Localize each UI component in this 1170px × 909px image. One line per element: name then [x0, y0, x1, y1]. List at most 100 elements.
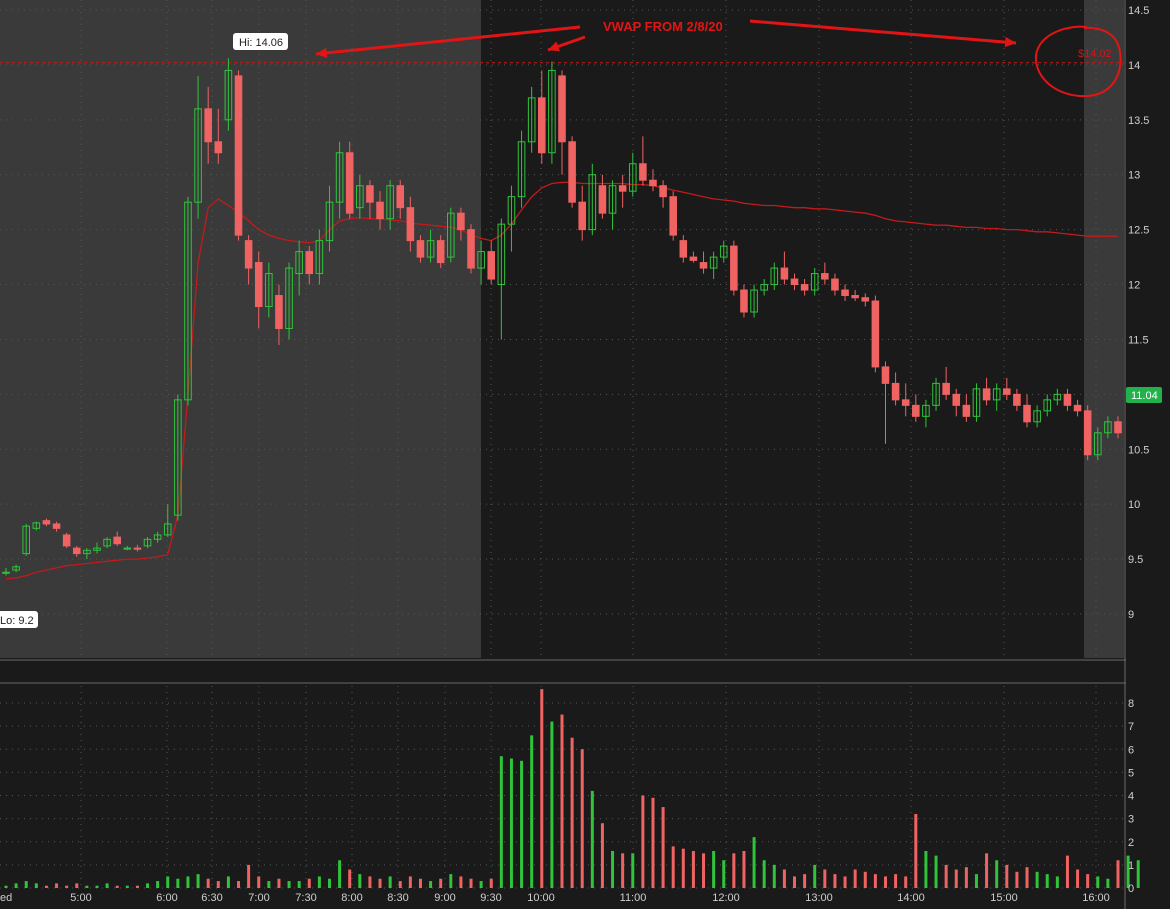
volume-bar[interactable] [237, 881, 241, 888]
candle[interactable] [345, 141, 354, 219]
volume-bar[interactable] [590, 790, 594, 888]
candle[interactable] [669, 191, 677, 241]
volume-bar[interactable] [55, 883, 59, 888]
volume-bar[interactable] [388, 876, 392, 888]
volume-bar[interactable] [65, 885, 69, 888]
volume-bar[interactable] [95, 885, 99, 888]
volume-bar[interactable] [1055, 876, 1059, 888]
volume-bar[interactable] [702, 853, 706, 888]
volume-bar[interactable] [823, 869, 827, 889]
candle[interactable] [568, 136, 576, 208]
volume-bar[interactable] [1086, 874, 1090, 888]
volume-bar[interactable] [287, 881, 291, 888]
volume-bar[interactable] [863, 871, 867, 888]
volume-bar[interactable] [924, 851, 928, 888]
volume-bar[interactable] [156, 881, 160, 888]
volume-bar[interactable] [934, 855, 938, 888]
volume-bar[interactable] [267, 881, 271, 888]
volume-bar[interactable] [1025, 867, 1029, 888]
volume-bar[interactable] [24, 881, 28, 888]
volume-bar[interactable] [1116, 860, 1120, 888]
volume-bar[interactable] [793, 876, 797, 888]
candle[interactable] [730, 240, 738, 296]
volume-bar[interactable] [782, 869, 786, 889]
volume-bar[interactable] [459, 876, 463, 888]
volume-bar[interactable] [843, 876, 847, 888]
volume-bar[interactable] [146, 883, 150, 888]
volume-bar[interactable] [499, 756, 503, 888]
volume-bar[interactable] [226, 876, 230, 888]
candle[interactable] [467, 224, 475, 274]
volume-bar[interactable] [125, 885, 129, 888]
volume-bar[interactable] [974, 874, 978, 888]
volume-bar[interactable] [772, 864, 776, 888]
volume-bar[interactable] [954, 869, 958, 889]
volume-bar[interactable] [520, 760, 524, 888]
volume-bar[interactable] [631, 853, 635, 888]
volume-bar[interactable] [1065, 855, 1069, 888]
volume-bar[interactable] [257, 876, 261, 888]
volume-bar[interactable] [651, 797, 655, 888]
volume-bar[interactable] [752, 837, 756, 888]
volume-bar[interactable] [904, 876, 908, 888]
volume-bar[interactable] [833, 874, 837, 888]
volume-bar[interactable] [762, 860, 766, 888]
volume-bar[interactable] [85, 885, 89, 888]
volume-bar[interactable] [1045, 874, 1049, 888]
volume-bar[interactable] [14, 883, 18, 888]
volume-bar[interactable] [540, 689, 544, 888]
volume-bar[interactable] [429, 881, 433, 888]
volume-bar[interactable] [691, 851, 695, 888]
volume-bar[interactable] [742, 851, 746, 888]
volume-bar[interactable] [1015, 871, 1019, 888]
volume-bar[interactable] [1096, 876, 1100, 888]
volume-bar[interactable] [307, 878, 311, 888]
volume-bar[interactable] [358, 874, 362, 888]
volume-bar[interactable] [894, 874, 898, 888]
volume-bar[interactable] [115, 885, 119, 888]
volume-bar[interactable] [34, 883, 38, 888]
volume-bar[interactable] [530, 735, 534, 888]
volume-bar[interactable] [4, 885, 8, 888]
candle[interactable] [234, 70, 243, 241]
candle[interactable] [871, 295, 880, 373]
volume-bar[interactable] [449, 874, 453, 888]
volume-bar[interactable] [883, 876, 887, 888]
volume-bar[interactable] [206, 878, 210, 888]
volume-bar[interactable] [944, 864, 948, 888]
volume-bar[interactable] [681, 848, 685, 888]
volume-bar[interactable] [105, 883, 109, 888]
volume-bar[interactable] [621, 853, 625, 888]
volume-bar[interactable] [580, 749, 584, 888]
volume-bar[interactable] [479, 881, 483, 888]
volume-bar[interactable] [611, 851, 615, 888]
volume-bar[interactable] [186, 876, 190, 888]
volume-bar[interactable] [166, 876, 170, 888]
volume-bar[interactable] [1136, 860, 1140, 888]
volume-bar[interactable] [75, 883, 79, 888]
volume-bar[interactable] [570, 737, 574, 888]
volume-bar[interactable] [216, 881, 220, 888]
volume-bar[interactable] [813, 864, 817, 888]
volume-bar[interactable] [196, 874, 200, 888]
volume-bar[interactable] [873, 874, 877, 888]
volume-bar[interactable] [550, 721, 554, 889]
volume-bar[interactable] [489, 878, 493, 888]
volume-bar[interactable] [985, 853, 989, 888]
volume-bar[interactable] [600, 823, 604, 888]
volume-bar[interactable] [368, 876, 372, 888]
candle[interactable] [1083, 405, 1092, 461]
volume-bar[interactable] [348, 869, 352, 889]
volume-bar[interactable] [44, 885, 48, 888]
volume-bar[interactable] [1035, 871, 1039, 888]
volume-bar[interactable] [297, 881, 301, 888]
price-chart[interactable]: 14.51413.51312.51211.51110.5109.59876543… [0, 0, 1170, 909]
volume-bar[interactable] [398, 881, 402, 888]
volume-bar[interactable] [509, 758, 513, 889]
volume-bar[interactable] [1106, 878, 1110, 888]
volume-bar[interactable] [712, 851, 716, 888]
volume-bar[interactable] [1005, 864, 1009, 888]
volume-bar[interactable] [327, 878, 331, 888]
volume-bar[interactable] [418, 878, 422, 888]
volume-bar[interactable] [317, 876, 321, 888]
